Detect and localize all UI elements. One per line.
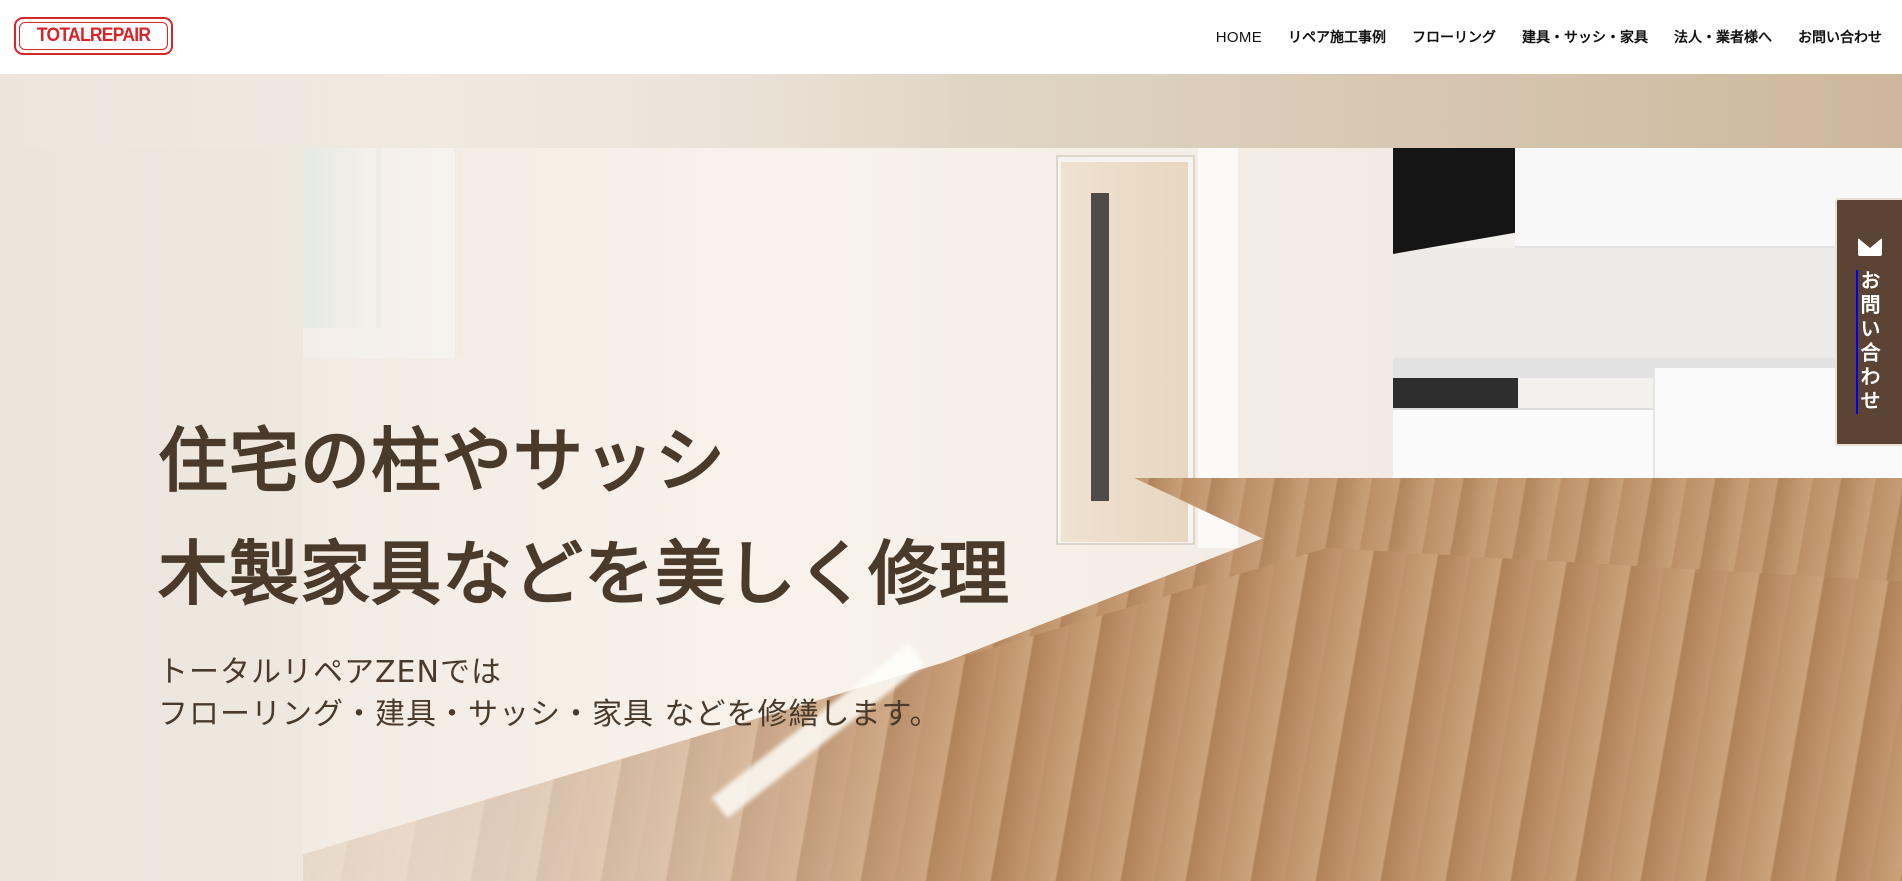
- side-contact-tab[interactable]: お問い合わせ: [1835, 198, 1902, 446]
- nav-flooring[interactable]: フローリング: [1412, 27, 1496, 47]
- hero-headline-line2: 木製家具などを美しく修理: [158, 533, 1010, 615]
- hero-headline-line1: 住宅の柱やサッシ: [158, 420, 726, 502]
- nav-contact[interactable]: お問い合わせ: [1798, 27, 1882, 47]
- nav-repair-cases[interactable]: リペア施工事例: [1288, 27, 1386, 47]
- nav-fittings-sash-furniture[interactable]: 建具・サッシ・家具: [1522, 27, 1648, 47]
- logo-inner-frame: TOTALREPAIR: [19, 22, 168, 50]
- nav-corporate[interactable]: 法人・業者様へ: [1674, 27, 1772, 47]
- kitchen-backsplash: [1393, 248, 1902, 358]
- main-nav: HOME リペア施工事例 フローリング 建具・サッシ・家具 法人・業者様へ お問…: [1216, 0, 1882, 74]
- nav-home[interactable]: HOME: [1216, 29, 1262, 46]
- stove: [1393, 378, 1518, 408]
- site-logo[interactable]: TOTALREPAIR: [14, 17, 173, 55]
- envelope-icon: [1857, 238, 1882, 256]
- hero-subtext-line2: フローリング・建具・サッシ・家具 などを修繕します。: [158, 697, 941, 732]
- hero-subtext-line1: トータルリペアZENでは: [158, 655, 502, 690]
- logo-text: TOTALREPAIR: [36, 25, 151, 46]
- side-contact-label: お問い合わせ: [1857, 270, 1881, 414]
- hero-subtext: トータルリペアZENでは フローリング・建具・サッシ・家具 などを修繕します。: [158, 652, 941, 736]
- site-header: TOTALREPAIR HOME リペア施工事例 フローリング 建具・サッシ・家…: [0, 0, 1902, 74]
